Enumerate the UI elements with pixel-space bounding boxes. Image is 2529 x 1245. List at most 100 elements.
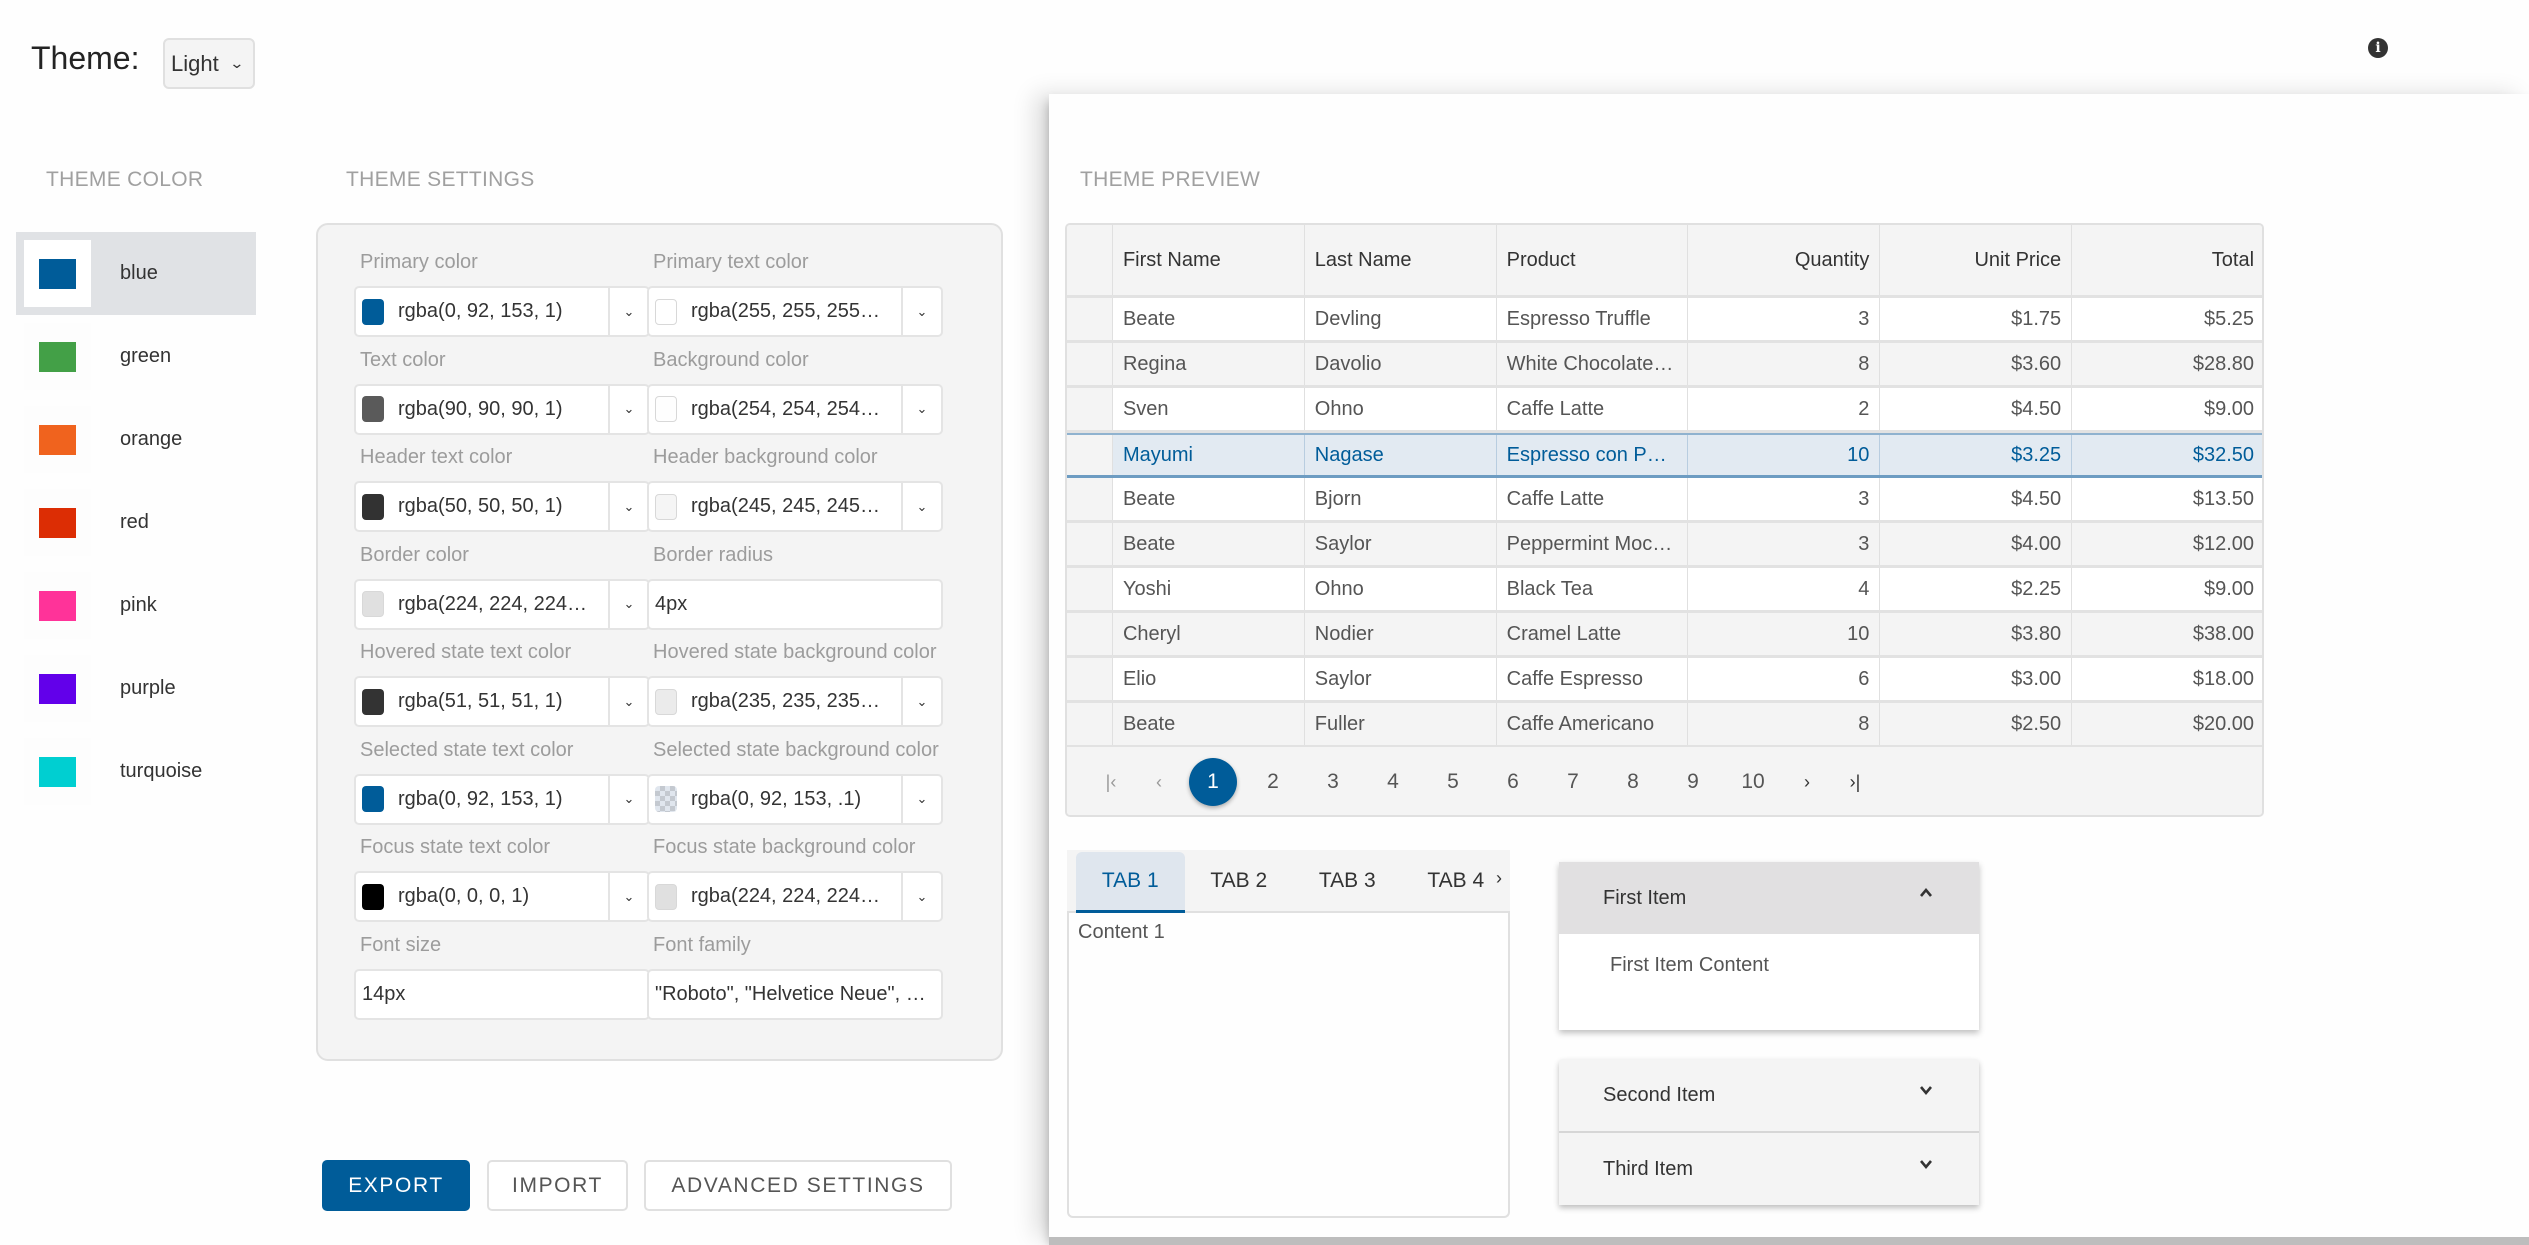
table-row[interactable]: Beate Bjorn Caffe Latte 3 $4.50 $13.50 — [1067, 478, 2262, 523]
accordion-item-third[interactable]: Third Item — [1559, 1131, 1979, 1205]
page-button-9[interactable]: 9 — [1663, 758, 1723, 806]
grid-cell[interactable]: $3.80 — [1880, 613, 2073, 655]
grid-cell[interactable]: Nodier — [1304, 613, 1497, 655]
grid-cell[interactable]: Beate — [1112, 298, 1305, 340]
theme-color-item-green[interactable]: green — [16, 315, 256, 398]
page-button-4[interactable]: 4 — [1363, 758, 1423, 806]
grid-cell[interactable]: Espresso Truffle — [1496, 298, 1689, 340]
tab-3[interactable]: TAB 3 — [1293, 850, 1402, 911]
grid-cell[interactable]: $4.50 — [1880, 388, 2073, 430]
page-button-6[interactable]: 6 — [1483, 758, 1543, 806]
chevron-down-icon[interactable]: ⌄ — [901, 385, 941, 433]
last-page-icon[interactable]: ›| — [1831, 758, 1879, 806]
advanced-settings-button[interactable]: ADVANCED SETTINGS — [644, 1160, 952, 1211]
grid-cell[interactable]: $13.50 — [2072, 478, 2262, 520]
export-button[interactable]: EXPORT — [322, 1160, 470, 1211]
theme-color-item-orange[interactable]: orange — [16, 398, 256, 481]
grid-cell[interactable]: Bjorn — [1304, 478, 1497, 520]
table-row[interactable]: Beate Fuller Caffe Americano 8 $2.50 $20.00 — [1067, 703, 2262, 748]
selected-state-text-color-picker[interactable]: rgba(0, 92, 153, 1) ⌄ — [354, 773, 650, 825]
grid-cell[interactable]: Caffe Espresso — [1496, 658, 1689, 700]
grid-cell[interactable]: Saylor — [1304, 658, 1497, 700]
grid-cell[interactable]: Espresso con Panna — [1496, 435, 1689, 475]
page-button-7[interactable]: 7 — [1543, 758, 1603, 806]
chevron-down-icon[interactable]: ⌄ — [608, 483, 648, 530]
grid-cell[interactable]: Elio — [1112, 658, 1305, 700]
grid-header-cell[interactable]: Product — [1497, 225, 1689, 295]
chevron-down-icon[interactable]: ⌄ — [901, 775, 941, 823]
grid-header-cell[interactable]: First Name — [1113, 225, 1305, 295]
font-size-input[interactable]: 14px — [354, 968, 650, 1020]
prev-page-icon[interactable]: ‹ — [1135, 758, 1183, 806]
chevron-down-icon[interactable]: ⌄ — [608, 678, 648, 725]
theme-color-item-pink[interactable]: pink — [16, 564, 256, 647]
grid-cell[interactable]: 3 — [1688, 478, 1881, 520]
grid-cell[interactable]: $38.00 — [2072, 613, 2262, 655]
background-color-picker[interactable]: rgba(254, 254, 254, 1) ⌄ — [647, 383, 943, 435]
text-color-picker[interactable]: rgba(90, 90, 90, 1) ⌄ — [354, 383, 650, 435]
border-color-picker[interactable]: rgba(224, 224, 224, 1) ⌄ — [354, 578, 650, 630]
grid-cell[interactable]: Caffe Latte — [1496, 388, 1689, 430]
grid-cell[interactable]: $9.00 — [2072, 388, 2262, 430]
focus-state-background-color-picker[interactable]: rgba(224, 224, 224, 1) ⌄ — [647, 871, 943, 922]
grid-cell[interactable]: Regina — [1112, 343, 1305, 385]
grid-header-cell[interactable]: Unit Price — [1880, 225, 2073, 295]
grid-header-cell[interactable]: Quantity — [1688, 225, 1881, 295]
grid-cell[interactable]: Black Tea — [1496, 568, 1689, 610]
page-button-1[interactable]: 1 — [1189, 758, 1237, 806]
grid-cell[interactable]: $20.00 — [2072, 703, 2262, 745]
chevron-down-icon[interactable]: ⌄ — [608, 288, 648, 335]
chevron-down-icon[interactable]: ⌄ — [901, 678, 941, 725]
grid-header-cell[interactable]: Last Name — [1305, 225, 1497, 295]
table-row[interactable]: BeateSaylor Peppermint Mocha Twist 3$4.00$… — [1067, 523, 2262, 568]
theme-color-item-blue[interactable]: blue — [16, 232, 256, 315]
tab-4[interactable]: TAB 4 — [1402, 850, 1511, 911]
page-button-2[interactable]: 2 — [1243, 758, 1303, 806]
grid-cell[interactable]: $2.25 — [1880, 568, 2073, 610]
selected-state-background-color-picker[interactable]: rgba(0, 92, 153, .1) ⌄ — [647, 773, 943, 825]
grid-cell[interactable]: 2 — [1688, 388, 1881, 430]
chevron-down-icon[interactable]: ⌄ — [608, 775, 648, 823]
hovered-state-text-color-picker[interactable]: rgba(51, 51, 51, 1) ⌄ — [354, 676, 650, 727]
page-button-3[interactable]: 3 — [1303, 758, 1363, 806]
grid-cell[interactable]: $5.25 — [2072, 298, 2262, 340]
table-row[interactable]: Cheryl Nodier Cramel Latte 10 $3.80 $38.00 — [1067, 613, 2262, 658]
grid-cell[interactable]: $18.00 — [2072, 658, 2262, 700]
grid-cell[interactable]: Beate — [1112, 478, 1305, 520]
focus-state-text-color-picker[interactable]: rgba(0, 0, 0, 1) ⌄ — [354, 871, 650, 922]
grid-header-cell[interactable]: Total — [2072, 225, 2262, 295]
header-text-color-picker[interactable]: rgba(50, 50, 50, 1) ⌄ — [354, 481, 650, 532]
grid-cell[interactable]: Cheryl — [1112, 613, 1305, 655]
grid-cell[interactable]: 3 — [1688, 523, 1881, 565]
chevron-down-icon[interactable]: ⌄ — [608, 385, 648, 433]
grid-cell[interactable]: White Chocolate Macchiato — [1496, 343, 1689, 385]
grid-cell[interactable]: 10 — [1688, 613, 1881, 655]
grid-cell[interactable]: $12.00 — [2072, 523, 2262, 565]
chevron-right-icon[interactable]: › — [1496, 868, 1502, 889]
page-button-5[interactable]: 5 — [1423, 758, 1483, 806]
table-row[interactable]: ReginaDavolioWhite Chocolate Macchiato8$… — [1067, 343, 2262, 388]
page-button-10[interactable]: 10 — [1723, 758, 1783, 806]
grid-cell[interactable]: 8 — [1688, 343, 1881, 385]
grid-cell[interactable]: Devling — [1304, 298, 1497, 340]
theme-color-item-red[interactable]: red — [16, 481, 256, 564]
grid-cell[interactable]: Nagase — [1304, 435, 1497, 475]
grid-cell[interactable]: $2.50 — [1880, 703, 2073, 745]
theme-color-item-purple[interactable]: purple — [16, 647, 256, 730]
page-button-8[interactable]: 8 — [1603, 758, 1663, 806]
grid-cell[interactable]: Saylor — [1304, 523, 1497, 565]
table-row[interactable]: Yoshi Ohno Black Tea 4 $2.25 $9.00 — [1067, 568, 2262, 613]
grid-cell[interactable]: $3.60 — [1880, 343, 2073, 385]
grid-cell[interactable]: Ohno — [1304, 568, 1497, 610]
grid-cell[interactable]: $28.80 — [2072, 343, 2262, 385]
grid-cell[interactable]: $9.00 — [2072, 568, 2262, 610]
table-row[interactable]: Mayumi Nagase Espresso con Panna 10 $3.25 $32… — [1067, 433, 2262, 478]
chevron-down-icon[interactable]: ⌄ — [901, 483, 941, 530]
grid-cell[interactable]: Cramel Latte — [1496, 613, 1689, 655]
header-background-color-picker[interactable]: rgba(245, 245, 245, 1) ⌄ — [647, 481, 943, 532]
chevron-down-icon[interactable]: ⌄ — [608, 873, 648, 920]
hovered-state-background-color-picker[interactable]: rgba(235, 235, 235, 1) ⌄ — [647, 676, 943, 727]
chevron-down-icon[interactable]: ⌄ — [901, 288, 941, 335]
tab-2[interactable]: TAB 2 — [1185, 850, 1294, 911]
theme-select[interactable]: Light ⌄ — [163, 38, 255, 89]
